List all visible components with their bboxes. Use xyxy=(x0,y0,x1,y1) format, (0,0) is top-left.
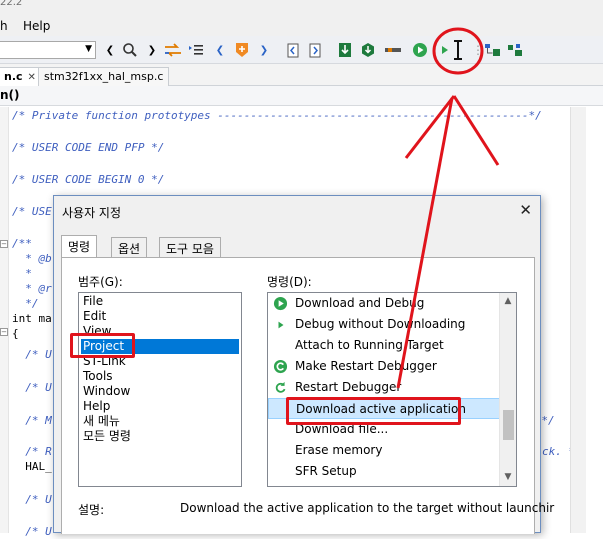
make-restart-icon xyxy=(273,359,288,374)
code-line: /* Private function prototypes ---------… xyxy=(12,109,542,122)
code-line: * @r xyxy=(12,282,52,295)
window-title: 22.2 xyxy=(0,0,23,8)
dialog-tabs: 명령 옵션 도구 모음 xyxy=(61,235,541,257)
annotation-box-download-active xyxy=(286,397,461,425)
command-label: Download and Debug xyxy=(295,296,425,310)
list-item[interactable]: Debug without Downloading xyxy=(268,314,500,335)
chevron-down-icon[interactable]: ▼ xyxy=(500,469,516,486)
description-text: Download the active application to the t… xyxy=(180,501,555,515)
editor-gutter xyxy=(0,107,9,533)
code-line: /* U xyxy=(12,348,52,361)
fold-toggle-icon[interactable]: − xyxy=(0,328,8,336)
close-icon[interactable]: ✕ xyxy=(519,201,532,219)
code-line: /* M xyxy=(12,414,52,427)
list-item[interactable]: Restart Debugger xyxy=(268,377,500,398)
code-line: int ma xyxy=(12,312,52,325)
list-item[interactable]: Erase memory xyxy=(268,440,500,461)
code-line: * xyxy=(12,267,32,280)
code-line: /* USER CODE END PFP */ xyxy=(12,141,165,154)
chevron-right-icon[interactable]: ❯ xyxy=(254,40,274,60)
structure-icon[interactable] xyxy=(483,40,503,60)
chevron-down-icon[interactable]: ▼ xyxy=(85,44,92,54)
list-item[interactable]: Download and Debug xyxy=(268,293,500,314)
tab-main-c[interactable]: n.c ✕ xyxy=(0,67,42,86)
list-item[interactable]: Make Restart Debugger xyxy=(268,356,500,377)
category-list[interactable]: File Edit View Project ST-Link Tools Win… xyxy=(78,292,242,487)
code-line: */ xyxy=(12,297,39,310)
search-combo[interactable]: ▼ xyxy=(0,41,96,59)
code-line: HAL_ xyxy=(12,460,52,473)
code-line: /** xyxy=(12,237,32,250)
command-label: Erase memory xyxy=(295,443,383,457)
indent-list-icon[interactable] xyxy=(186,40,206,60)
list-item[interactable]: SFR Setup xyxy=(268,461,500,482)
list-item[interactable]: 새 메뉴 xyxy=(81,414,239,429)
debug-play-icon[interactable] xyxy=(410,40,430,60)
code-line: { xyxy=(12,327,19,340)
close-icon[interactable]: ✕ xyxy=(28,72,36,83)
command-label: Attach to Running Target xyxy=(295,338,444,352)
list-item[interactable]: 모든 명령 xyxy=(81,429,239,444)
menubar: h Help xyxy=(0,16,603,36)
tab-commands[interactable]: 명령 xyxy=(61,235,98,257)
code-line: * @b xyxy=(12,252,52,265)
chevron-right-icon[interactable]: ❯ xyxy=(142,40,162,60)
category-label: 범주(G): xyxy=(78,275,123,289)
code-line: /* U xyxy=(12,381,52,394)
list-item[interactable]: Attach to Running Target xyxy=(268,335,500,356)
code-line: /* U xyxy=(12,493,52,506)
tab-options[interactable]: 옵션 xyxy=(111,237,148,257)
tab-toolbars[interactable]: 도구 모음 xyxy=(159,237,221,257)
build-options-icon[interactable] xyxy=(383,40,403,60)
restart-icon xyxy=(273,380,288,395)
breadcrumb: n() xyxy=(0,86,603,106)
editor-scrollbar[interactable] xyxy=(570,107,586,533)
chevron-left-icon[interactable]: ❮ xyxy=(210,40,230,60)
download-build-icon[interactable] xyxy=(335,40,355,60)
bookmark-shield-icon[interactable] xyxy=(232,40,252,60)
list-item[interactable]: Edit xyxy=(81,309,239,324)
page-next-icon[interactable] xyxy=(305,40,325,60)
tab-label: n.c xyxy=(4,70,23,83)
annotation-box-project xyxy=(70,333,135,358)
command-list[interactable]: Download and Debug Debug without Downloa… xyxy=(267,292,517,487)
editor-tabs: n.c ✕ stm32f1xx_hal_msp.c xyxy=(0,64,603,86)
chevron-up-icon[interactable]: ▲ xyxy=(500,293,516,310)
menu-item-help[interactable]: Help xyxy=(23,19,50,33)
build-hex-icon[interactable] xyxy=(358,40,378,60)
code-line: /* R xyxy=(12,445,52,458)
dialog-title: 사용자 지정 xyxy=(62,206,122,220)
search-icon[interactable] xyxy=(120,40,140,60)
debug-small-play-icon xyxy=(273,317,288,332)
command-label: SFR Setup xyxy=(295,464,357,478)
description-label: 설명: xyxy=(78,503,105,517)
fold-toggle-icon[interactable]: − xyxy=(0,240,8,248)
customize-dialog: 사용자 지정 ✕ 명령 옵션 도구 모음 범주(G): 명령(D): File … xyxy=(53,195,554,534)
command-label: Debug without Downloading xyxy=(295,317,466,331)
page-prev-icon[interactable] xyxy=(283,40,303,60)
toolbar: ▼ ❮ ❯ ❮ ❯ ⋮ xyxy=(0,36,603,64)
swap-arrows-icon[interactable] xyxy=(163,40,183,60)
code-line: /* USER CODE BEGIN 0 */ xyxy=(12,173,165,186)
command-label: Make Restart Debugger xyxy=(295,359,437,373)
command-list-scrollbar[interactable]: ▲ ▼ xyxy=(499,293,516,486)
tab-label: stm32f1xx_hal_msp.c xyxy=(44,70,164,83)
command-label: Restart Debugger xyxy=(295,380,402,394)
list-item[interactable]: File xyxy=(81,294,239,309)
chip-tools-icon[interactable] xyxy=(505,40,525,60)
chevron-left-icon[interactable]: ❮ xyxy=(100,40,120,60)
list-item[interactable]: Tools xyxy=(81,369,239,384)
code-line: /* U xyxy=(12,525,52,538)
tab-hal-msp[interactable]: stm32f1xx_hal_msp.c xyxy=(38,67,170,86)
commands-panel: 범주(G): 명령(D): File Edit View Project ST-… xyxy=(61,257,554,534)
window-titlebar: 22.2 xyxy=(0,0,603,16)
scrollbar-thumb[interactable] xyxy=(503,410,514,440)
debug-play-icon xyxy=(273,296,288,311)
list-item[interactable]: Window xyxy=(81,384,239,399)
menu-item-help-fragment[interactable]: h xyxy=(0,19,8,33)
list-item[interactable]: Help xyxy=(81,399,239,414)
command-label: 명령(D): xyxy=(267,275,312,289)
download-active-application-icon[interactable] xyxy=(448,40,468,60)
code-line: /* USE xyxy=(12,205,52,218)
